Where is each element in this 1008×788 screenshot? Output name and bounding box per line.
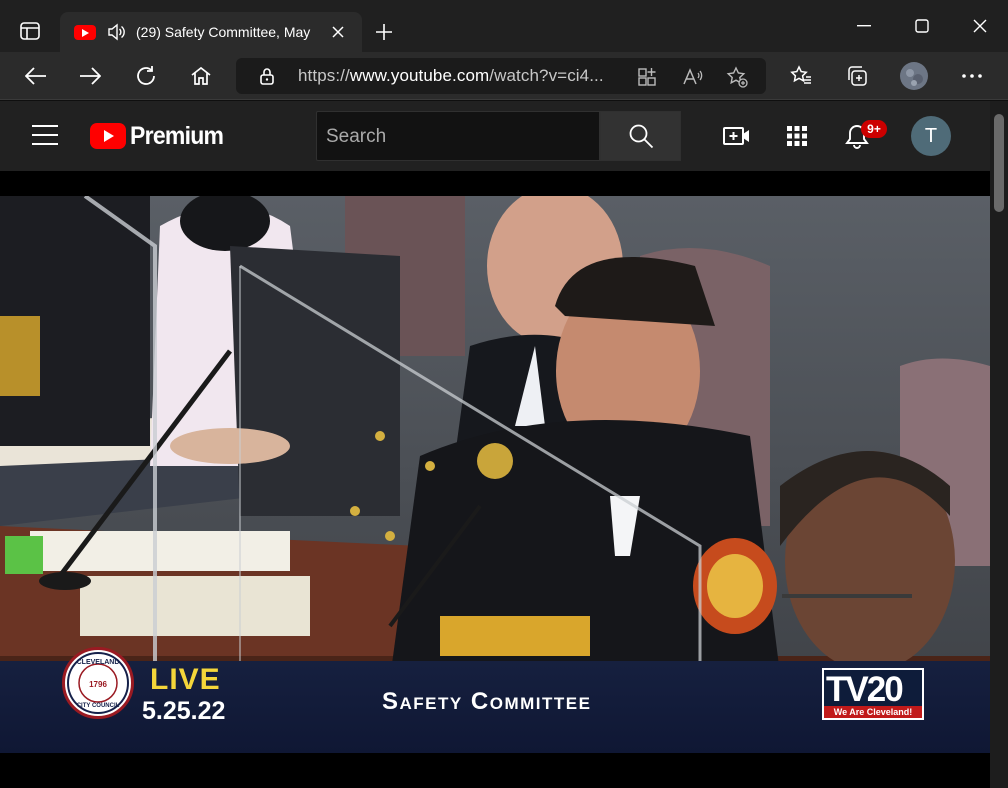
maximize-icon[interactable] [902, 10, 942, 42]
apps-grid-icon[interactable] [782, 121, 812, 151]
back-arrow-icon[interactable] [20, 60, 52, 92]
url-scheme: https:// [298, 66, 350, 85]
new-tab-button[interactable] [370, 18, 398, 46]
station-tagline: We Are Cleveland! [824, 706, 922, 718]
show-title: Safety Committee [382, 688, 592, 715]
speaker-icon[interactable] [106, 22, 126, 42]
minimize-icon[interactable] [844, 10, 884, 42]
profile-avatar[interactable] [898, 60, 930, 92]
add-favorite-icon[interactable] [726, 66, 748, 88]
more-options-icon[interactable] [956, 60, 988, 92]
brand-text: Premium [130, 121, 224, 150]
menu-icon[interactable] [32, 125, 58, 147]
live-label: LIVE [150, 663, 221, 696]
search-input[interactable]: Search [316, 111, 600, 161]
city-council-seal: CLEVELAND 1796 CITY COUNCIL [62, 647, 134, 719]
youtube-play-icon [90, 123, 126, 149]
read-aloud-icon[interactable] [682, 66, 704, 88]
seal-bottom-text: CITY COUNCIL [77, 703, 120, 709]
refresh-icon[interactable] [130, 60, 162, 92]
search-placeholder: Search [326, 126, 387, 147]
address-bar[interactable]: https://www.youtube.com/watch?v=ci4... [236, 58, 766, 94]
broadcast-date: 5.25.22 [142, 697, 226, 725]
url-path: /watch?v=ci4... [489, 66, 604, 85]
search-icon [629, 124, 653, 149]
tab-title: (29) Safety Committee, May [136, 24, 311, 40]
scrollbar-thumb[interactable] [994, 114, 1004, 212]
close-icon[interactable] [328, 22, 348, 42]
youtube-header: Premium Search 9+ T [0, 101, 990, 171]
youtube-premium-logo[interactable]: Premium [90, 121, 231, 150]
browser-toolbar: https://www.youtube.com/watch?v=ci4... [0, 52, 1008, 100]
tv20-logo: TV20 We Are Cleveland! [822, 668, 924, 720]
window-close-icon[interactable] [960, 10, 1000, 42]
create-video-icon[interactable] [722, 121, 752, 151]
youtube-favicon-icon [74, 24, 96, 40]
browser-tab-strip: (29) Safety Committee, May [0, 0, 1008, 52]
app-install-icon[interactable] [636, 66, 658, 88]
browser-tab-active[interactable]: (29) Safety Committee, May [60, 12, 362, 52]
search-button[interactable] [600, 111, 681, 161]
collections-icon[interactable] [841, 60, 873, 92]
seal-top-text: CLEVELAND [77, 659, 120, 666]
forward-arrow-icon[interactable] [74, 60, 106, 92]
account-avatar[interactable]: T [911, 116, 951, 156]
favorites-icon[interactable] [785, 60, 817, 92]
notification-badge: 9+ [861, 120, 887, 138]
url-text: https://www.youtube.com/watch?v=ci4... [298, 66, 604, 86]
lock-icon[interactable] [258, 67, 276, 85]
station-logo-text: TV20 [826, 670, 904, 709]
url-host: www.youtube.com [349, 66, 490, 85]
tab-actions-icon[interactable] [14, 16, 46, 46]
seal-year-text: 1796 [89, 680, 107, 689]
home-icon[interactable] [185, 60, 217, 92]
